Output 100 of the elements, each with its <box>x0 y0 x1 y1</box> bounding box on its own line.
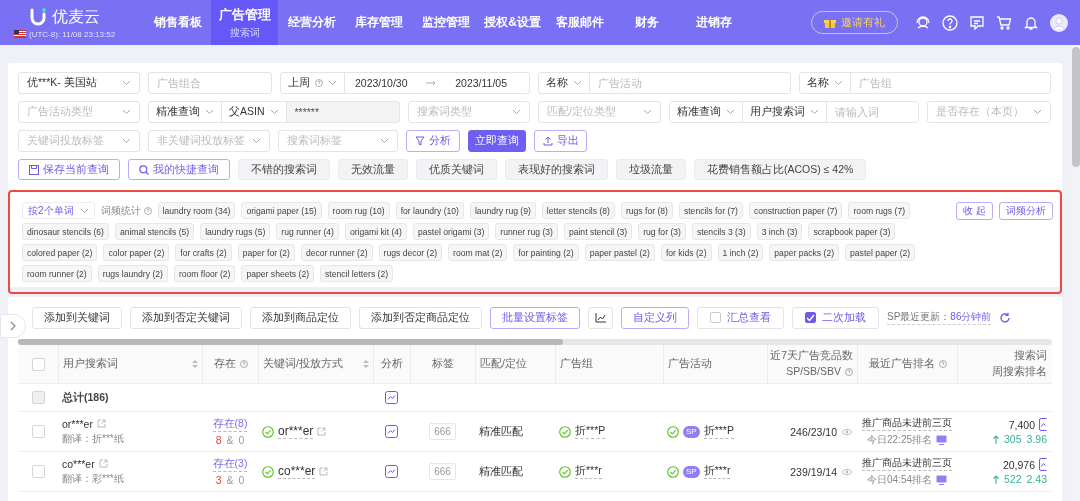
nav-tab[interactable]: 销售看板 <box>144 0 211 45</box>
word-chip[interactable]: laundry room (34) <box>157 202 236 219</box>
trend-chart-icon[interactable] <box>385 465 398 478</box>
nav-tab[interactable]: 监控管理 <box>412 0 479 45</box>
campaign-link[interactable]: 折***r <box>703 464 731 479</box>
word-chip[interactable]: rugs decor (2) <box>378 244 443 261</box>
nav-tab[interactable]: 经营分析 <box>278 0 345 45</box>
trend-chart-icon[interactable] <box>1039 418 1047 431</box>
select-field[interactable]: 父ASIN <box>221 101 287 123</box>
word-chip[interactable]: room mat (2) <box>448 244 508 261</box>
action-button[interactable]: 添加到否定关键词 <box>130 306 242 329</box>
search-term[interactable]: or***er <box>62 417 93 430</box>
eye-icon[interactable] <box>841 427 853 436</box>
preset-chip[interactable]: 花费销售额占比(ACOS) ≤ 42% <box>694 159 867 180</box>
column-header[interactable]: 广告活动 <box>668 356 712 372</box>
external-link-icon[interactable] <box>319 467 329 476</box>
word-chip[interactable]: letter stencils (8) <box>541 202 615 219</box>
monitor-icon[interactable] <box>936 475 947 485</box>
sort-icon[interactable] <box>363 359 369 369</box>
nav-tab[interactable]: 进销存 <box>680 0 747 45</box>
exists-link[interactable]: 存在(3) <box>212 457 248 472</box>
preset-chip[interactable]: 无效流量 <box>338 159 408 180</box>
word-chip[interactable]: colored paper (2) <box>22 244 98 261</box>
preset-chip[interactable]: 垃圾流量 <box>616 159 686 180</box>
word-chip[interactable]: origami paper (15) <box>241 202 322 219</box>
nav-tab[interactable]: 客服邮件 <box>546 0 613 45</box>
quick-query-button[interactable]: 我的快捷查询 <box>128 159 230 180</box>
column-header[interactable]: 搜索词 <box>1014 348 1047 364</box>
column-header[interactable]: 匹配/定位 <box>480 356 527 372</box>
word-stats-button[interactable]: 词频分析 <box>999 202 1053 220</box>
select-field[interactable]: 上周 <box>280 72 345 94</box>
column-header[interactable]: 存在 <box>213 356 236 372</box>
chart-button[interactable] <box>588 306 613 329</box>
word-chip[interactable]: paper pastel (2) <box>584 244 655 261</box>
expand-handle[interactable] <box>0 314 26 338</box>
checkbox-button[interactable]: 汇总查看 <box>697 306 784 329</box>
word-chip[interactable]: stencils 3 (3) <box>691 223 751 240</box>
word-chip[interactable]: decor runner (2) <box>300 244 373 261</box>
word-chip[interactable]: animal stencils (5) <box>114 223 195 240</box>
eye-icon[interactable] <box>841 467 853 476</box>
word-chip[interactable]: laundry rug (9) <box>469 202 536 219</box>
checkbox[interactable] <box>805 312 816 323</box>
select-field[interactable]: 用户搜索词 <box>742 101 827 123</box>
column-header[interactable]: 广告组 <box>560 356 593 372</box>
action-button[interactable]: 添加到否定商品定位 <box>359 306 482 329</box>
trend-chart-icon[interactable] <box>385 391 398 404</box>
word-chip[interactable]: 3 inch (3) <box>756 223 803 240</box>
action-button[interactable]: 批量设置标签 <box>490 306 580 329</box>
campaign-link[interactable]: 折***P <box>703 424 734 439</box>
refresh-icon[interactable] <box>999 311 1012 324</box>
word-chip[interactable]: rugs laundry (2) <box>97 265 168 282</box>
bell-icon[interactable] <box>1023 14 1039 31</box>
nav-tab[interactable]: 广告管理 搜索词 <box>211 0 278 45</box>
exists-link[interactable]: 存在(8) <box>212 417 248 432</box>
text-field[interactable]: 广告组合 <box>148 72 272 94</box>
select-field[interactable]: 优***K- 美国站 <box>18 72 140 94</box>
word-chip[interactable]: for crafts (2) <box>175 244 232 261</box>
word-chip[interactable]: scrapbook paper (3) <box>808 223 896 240</box>
message-icon[interactable] <box>969 14 985 31</box>
trend-chart-icon[interactable] <box>1039 458 1047 471</box>
text-field[interactable]: 请输入词 <box>826 101 919 123</box>
preset-chip[interactable]: 优质关键词 <box>416 159 497 180</box>
word-chip[interactable]: paper packs (2) <box>769 244 840 261</box>
trend-chart-icon[interactable] <box>385 425 398 438</box>
word-chip[interactable]: room rug (10) <box>327 202 390 219</box>
action-button[interactable]: 添加到关键词 <box>32 306 122 329</box>
word-chip[interactable]: room runner (2) <box>22 265 92 282</box>
ad-group-link[interactable]: 折***P <box>575 424 606 439</box>
scrollbar[interactable] <box>1072 45 1080 501</box>
keyword-link[interactable]: or***er <box>278 424 314 439</box>
checkbox-button[interactable]: 二次加载 <box>792 306 879 329</box>
avatar-icon[interactable] <box>1050 13 1068 32</box>
external-link-icon[interactable] <box>317 427 327 436</box>
column-header[interactable]: 最近广告排名 <box>868 356 935 372</box>
word-chip[interactable]: stencils for (7) <box>678 202 743 219</box>
word-chip[interactable]: dinosaur stencils (6) <box>22 223 109 240</box>
word-chip[interactable]: pastel origami (3) <box>412 223 490 240</box>
word-chip[interactable]: for kids (2) <box>660 244 712 261</box>
preset-chip[interactable]: 表现好的搜索词 <box>505 159 608 180</box>
select-field[interactable]: 精准查询 <box>148 101 222 123</box>
nav-tab[interactable]: 财务 <box>613 0 680 45</box>
word-chip[interactable]: rug runner (4) <box>276 223 339 240</box>
text-field[interactable]: 广告组 <box>850 72 1051 94</box>
scrollbar[interactable] <box>18 339 1052 345</box>
keyword-link[interactable]: co***er <box>278 464 316 479</box>
action-button[interactable]: 自定义列 <box>621 306 689 329</box>
column-header[interactable]: 用户搜索词 <box>63 356 118 372</box>
nav-tab[interactable]: 授权&设置 <box>479 0 546 45</box>
quick-query-button[interactable]: 保存当前查询 <box>18 159 120 180</box>
select-field[interactable]: 名称 <box>538 72 590 94</box>
word-chip[interactable]: room floor (2) <box>173 265 236 282</box>
select-field[interactable]: 精准查询 <box>669 101 743 123</box>
column-header[interactable]: 关键词/投放方式 <box>263 356 343 372</box>
word-chip[interactable]: color paper (2) <box>103 244 170 261</box>
column-header[interactable]: 标签 <box>432 356 454 372</box>
word-chip[interactable]: paint stencil (3) <box>563 223 633 240</box>
word-chip[interactable]: room rugs (7) <box>848 202 911 219</box>
word-chip[interactable]: runner rug (3) <box>495 223 558 240</box>
word-chip[interactable]: for laundry (10) <box>395 202 464 219</box>
action-button[interactable]: 添加到商品定位 <box>250 306 351 329</box>
